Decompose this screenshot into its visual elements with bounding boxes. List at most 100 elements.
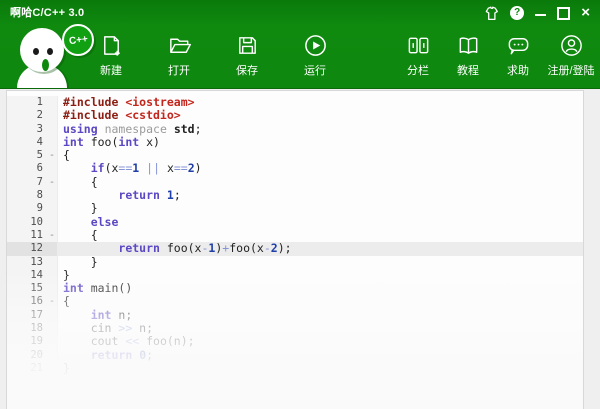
minimize-bar (535, 14, 546, 16)
tutorial-button[interactable]: 教程 (446, 24, 490, 78)
line-number: 16 (7, 295, 47, 308)
split-columns-icon (406, 33, 431, 58)
code-line-14: 14} (7, 269, 583, 282)
line-number: 8 (7, 189, 47, 202)
line-number: 6 (7, 162, 47, 175)
line-number: 20 (7, 349, 47, 362)
fold-gutter (47, 282, 58, 295)
line-number: 5 (7, 149, 47, 162)
toolbar-left-group: 新建 打开 保存 (85, 24, 341, 88)
fold-gutter (47, 202, 58, 215)
code-line-17: 17 int n; (7, 309, 583, 322)
line-number: 11 (7, 229, 47, 242)
save-button[interactable]: 保存 (221, 24, 273, 78)
code-line-5: 5-{ (7, 149, 583, 162)
code-editor[interactable]: 1#include <iostream>2#include <cstdio>3u… (6, 90, 584, 409)
code-line-20: 20 return 0; (7, 349, 583, 362)
minimize-icon[interactable] (535, 10, 546, 16)
code-line-19: 19 cout << foo(n); (7, 335, 583, 348)
code-line-18: 18 cin >> n; (7, 322, 583, 335)
code-line-6: 6 if(x==1 || x==2) (7, 162, 583, 175)
maximize-box (557, 7, 570, 20)
code-line-13: 13 } (7, 256, 583, 269)
fold-gutter (47, 136, 58, 149)
help-chat-icon (506, 33, 531, 58)
code-text: else (58, 216, 118, 229)
split-columns-button[interactable]: 分栏 (396, 24, 440, 78)
code-line-2: 2 #include <cstdio> (7, 109, 583, 122)
window-controls: ? × (483, 6, 590, 21)
fold-gutter (47, 242, 58, 255)
fold-marker-icon[interactable]: - (47, 176, 58, 189)
login-user-icon (559, 33, 584, 58)
fold-gutter (47, 349, 58, 362)
close-icon[interactable]: × (581, 6, 590, 20)
line-number: 3 (7, 123, 47, 136)
code-text: { (58, 295, 70, 308)
logo-head (20, 28, 64, 72)
toolbar-button-label: 求助 (507, 62, 529, 78)
ask-help-button[interactable]: 求助 (496, 24, 540, 78)
code-text: } (58, 256, 98, 269)
code-text: if(x==1 || x==2) (58, 162, 202, 175)
fold-gutter (47, 109, 58, 122)
line-number: 9 (7, 202, 47, 215)
fold-marker-icon[interactable]: - (47, 149, 58, 162)
code-text: cout << foo(n); (58, 335, 195, 348)
fold-gutter (47, 162, 58, 175)
app-header: 啊哈C/C++ 3.0 ? × (0, 0, 600, 89)
maximize-icon[interactable] (557, 7, 570, 20)
code-text: { (58, 229, 98, 242)
line-number: 13 (7, 256, 47, 269)
logo-eye-right (47, 48, 53, 55)
line-number: 18 (7, 322, 47, 335)
window-title: 啊哈C/C++ 3.0 (10, 4, 84, 20)
code-line-15: 15int main() (7, 282, 583, 295)
fold-gutter (47, 362, 58, 375)
line-number: 7 (7, 176, 47, 189)
fold-gutter (47, 96, 58, 109)
code-text: cin >> n; (58, 322, 153, 335)
save-icon (235, 33, 260, 58)
code-line-11: 11- { (7, 229, 583, 242)
code-line-4: 4 int foo(int x) (7, 136, 583, 149)
fold-gutter (47, 335, 58, 348)
open-file-button[interactable]: 打开 (153, 24, 205, 78)
fold-marker-icon[interactable]: - (47, 295, 58, 308)
run-icon (303, 33, 328, 58)
logo-cpp-bubble-icon: C++ (62, 24, 94, 56)
code-text: return foo(x-1)+foo(x-2); (58, 242, 292, 255)
open-folder-icon (167, 33, 192, 58)
login-button[interactable]: 注册/登陆 (546, 24, 596, 78)
line-number: 2 (7, 109, 47, 122)
fold-gutter (47, 309, 58, 322)
skin-icon[interactable] (483, 6, 499, 21)
app-logo: C++ (12, 26, 104, 88)
code-text: { (58, 176, 98, 189)
code-text: int main() (58, 282, 132, 295)
fold-gutter (47, 123, 58, 136)
code-text: using namespace std; (58, 123, 202, 136)
fold-marker-icon[interactable]: - (47, 229, 58, 242)
logo-mouth (42, 59, 49, 71)
fold-gutter (47, 322, 58, 335)
fold-gutter (47, 216, 58, 229)
line-number: 10 (7, 216, 47, 229)
code-line-16: 16-{ (7, 295, 583, 308)
toolbar-button-label: 保存 (236, 62, 258, 78)
fold-gutter (47, 256, 58, 269)
run-button[interactable]: 运行 (289, 24, 341, 78)
fold-gutter (47, 189, 58, 202)
code-line-3: 3 using namespace std; (7, 123, 583, 136)
tutorial-book-icon (456, 33, 481, 58)
code-text: } (58, 362, 70, 375)
line-number: 4 (7, 136, 47, 149)
code-text: int foo(int x) (58, 136, 160, 149)
help-icon[interactable]: ? (510, 6, 524, 20)
line-number: 19 (7, 335, 47, 348)
code-line-7: 7- { (7, 176, 583, 189)
code-text: return 0; (58, 349, 153, 362)
code-line-8: 8 return 1; (7, 189, 583, 202)
code-text: #include <cstdio> (58, 109, 181, 122)
app-window: 啊哈C/C++ 3.0 ? × (0, 0, 600, 409)
